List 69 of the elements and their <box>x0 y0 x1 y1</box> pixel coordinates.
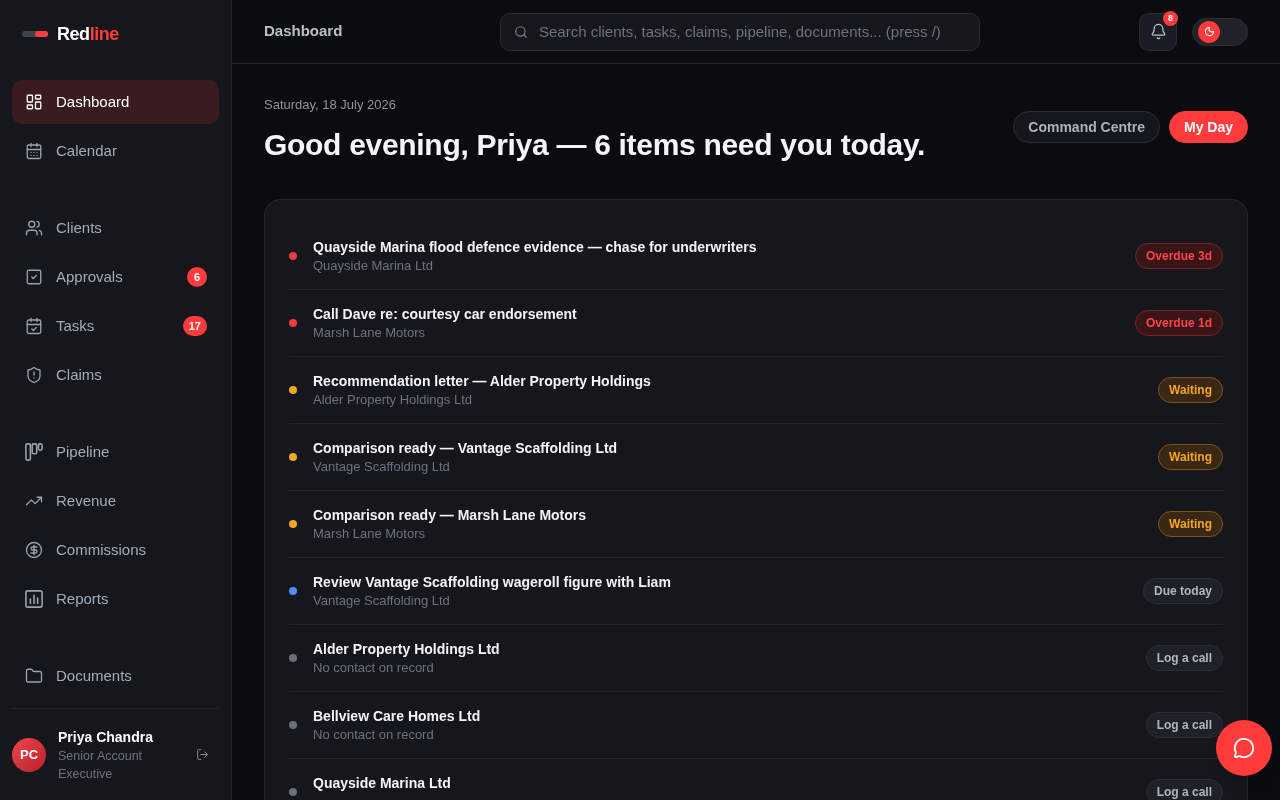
log-call-button[interactable]: Log a call <box>1145 645 1223 671</box>
nav-item[interactable]: Commissions <box>12 528 219 572</box>
chat-icon <box>1233 737 1255 759</box>
nav-item[interactable]: Claims <box>12 353 219 397</box>
nav-item[interactable]: Reports <box>12 577 219 621</box>
bell-icon <box>1149 23 1167 40</box>
task-title: Review Vantage Scaffolding wageroll figure with Liam <box>313 573 671 592</box>
status-badge: Overdue 3d <box>1134 243 1223 269</box>
search-icon <box>514 24 528 39</box>
page-title: Dashboard <box>264 21 344 42</box>
bar-chart-icon <box>25 590 43 608</box>
task-client: Marsh Lane Motors <box>313 324 425 342</box>
task-title: Quayside Marina Ltd <box>313 774 451 793</box>
count-badge: 6 <box>187 267 207 287</box>
chat-button[interactable] <box>1216 720 1272 776</box>
logout-icon[interactable] <box>196 748 209 761</box>
search-field[interactable]: Search clients, tasks, claims, pipeline, documents... (press /) <box>500 12 980 51</box>
task-title: Call Dave re: courtesy car endorsement <box>313 305 577 324</box>
columns-icon <box>25 443 43 461</box>
folder-icon <box>25 667 43 685</box>
calendar-icon <box>25 142 43 160</box>
view-tab[interactable]: Command Centre <box>1013 111 1160 143</box>
log-call-button[interactable]: Log a call <box>1145 778 1223 800</box>
nav-item[interactable]: Pipeline <box>12 430 219 474</box>
nav-item[interactable]: Clients <box>12 206 219 250</box>
log-call-button[interactable]: Log a call <box>1145 712 1223 738</box>
status-badge: Waiting <box>1158 377 1223 403</box>
task-client: Vantage Scaffolding Ltd <box>313 458 450 476</box>
logo-wordmark: Redline <box>57 25 119 43</box>
task-client: Quayside Marina Ltd <box>313 257 433 275</box>
task-client: Alder Property Holdings Ltd <box>313 391 472 409</box>
task-title: Bellview Care Homes Ltd <box>313 707 481 726</box>
task-title: Recommendation letter — Alder Property Holdings <box>313 372 651 391</box>
task-client: No contact on record <box>313 726 434 744</box>
dollar-circle-icon <box>25 541 43 559</box>
task-title: Quayside Marina flood defence evidence — chase for underwriters <box>313 238 757 257</box>
logo-icon <box>22 31 48 37</box>
nav-item[interactable]: Dashboard <box>12 80 219 124</box>
status-badge: Waiting <box>1158 511 1223 537</box>
task-title: Alder Property Holdings Ltd <box>313 640 500 659</box>
count-badge: 17 <box>182 316 207 336</box>
people-icon <box>25 219 43 237</box>
dashboard-icon <box>25 93 43 111</box>
nav-item[interactable]: Documents <box>12 654 219 698</box>
task-client: No contact on record <box>313 659 434 677</box>
status-badge: Waiting <box>1158 444 1223 470</box>
greeting-heading: Good evening, Priya — 6 items need you today. <box>264 127 926 163</box>
user-role: Senior Account Executive <box>58 747 144 783</box>
task-title: Comparison ready — Vantage Scaffolding Ltd <box>313 439 618 458</box>
status-badge: Overdue 1d <box>1134 310 1223 336</box>
nav-item[interactable]: Tasks 17 <box>12 304 219 348</box>
view-tab[interactable]: My Day <box>1168 111 1248 143</box>
nav-item[interactable]: Approvals 6 <box>12 255 219 299</box>
user-name: Priya Chandra <box>58 727 153 747</box>
calendar-check-icon <box>25 317 43 335</box>
status-badge: Due today <box>1143 578 1223 604</box>
notification-count-badge: 8 <box>1163 10 1178 26</box>
theme-toggle[interactable] <box>1192 17 1248 46</box>
notifications-button[interactable]: 8 <box>1139 12 1177 51</box>
moon-icon <box>1198 20 1220 43</box>
date-label: Saturday, 18 July 2026 <box>264 96 396 114</box>
task-client: Marsh Lane Motors <box>313 525 425 543</box>
nav-item[interactable]: Calendar <box>12 129 219 173</box>
task-client: Vantage Scaffolding Ltd <box>313 592 450 610</box>
shield-alert-icon <box>25 366 43 384</box>
task-title: Comparison ready — Marsh Lane Motors <box>313 506 587 525</box>
avatar: PC <box>12 737 46 772</box>
nav-item[interactable]: Revenue <box>12 479 219 523</box>
checkbox-icon <box>25 268 43 286</box>
